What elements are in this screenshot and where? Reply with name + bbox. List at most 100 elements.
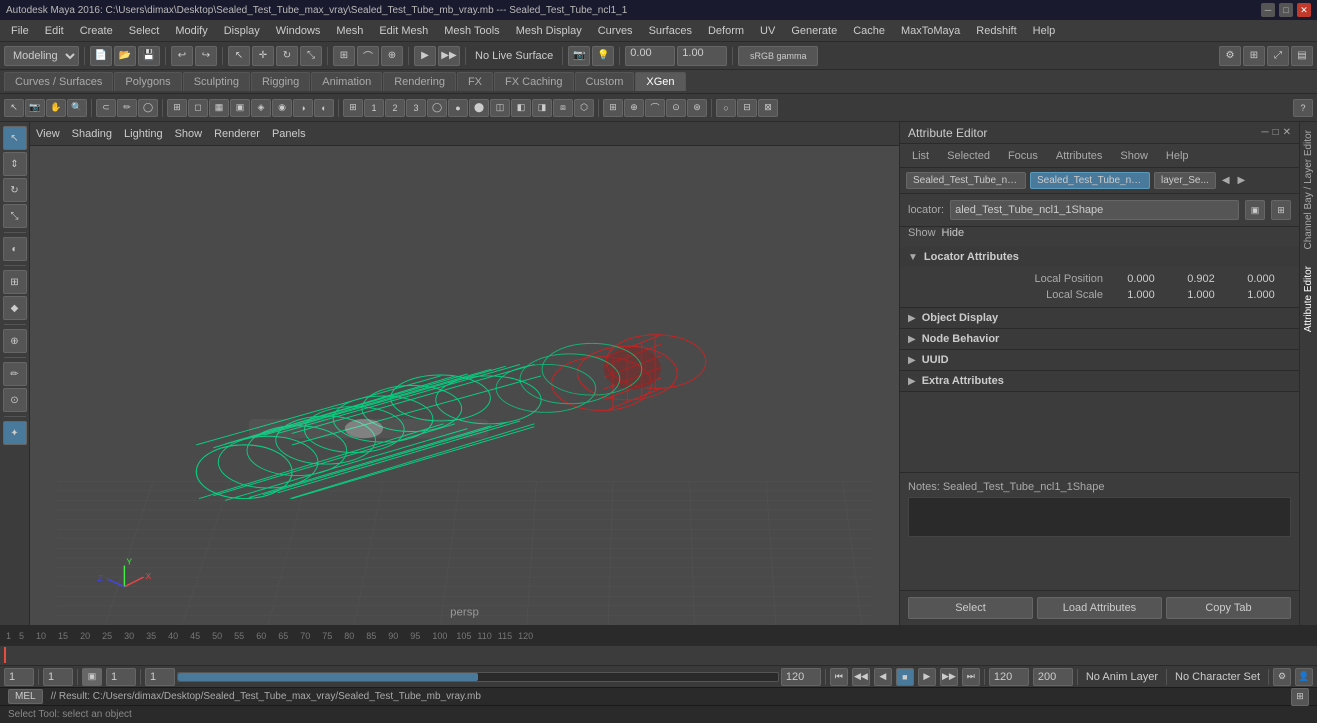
copy-tab-btn[interactable]: Copy Tab [1166, 597, 1291, 619]
expand-btn[interactable]: ⊞ [1243, 46, 1265, 66]
new-file-button[interactable]: 📄 [90, 46, 112, 66]
ae-tab-attributes[interactable]: Attributes [1048, 148, 1110, 164]
tool-display6[interactable]: ◨ [532, 99, 552, 117]
edge-tab-channel-bay[interactable]: Channel Bay / Layer Editor [1300, 122, 1317, 258]
tool-snap-grid[interactable]: ⊞ [603, 99, 623, 117]
hide-btn[interactable]: Hide [942, 227, 965, 239]
move-tool[interactable]: ✛ [252, 46, 274, 66]
edge-tab-attribute-editor[interactable]: Attribute Editor [1300, 258, 1317, 340]
locator-attributes-header[interactable]: ▼ Locator Attributes [900, 247, 1299, 267]
offset-x-input[interactable]: 0.00 [625, 46, 675, 66]
tool-soft-sel[interactable]: ○ [716, 99, 736, 117]
snap-together-btn[interactable]: ⊞ [3, 270, 27, 294]
scale-tool[interactable]: ⤡ [300, 46, 322, 66]
tool-snap-live[interactable]: ⊛ [687, 99, 707, 117]
node-tab-2[interactable]: Sealed_Test_Tube_ncl1_1Shape [1030, 172, 1150, 189]
snap-point-btn[interactable]: ◆ [3, 296, 27, 320]
tool-snap-point[interactable]: ⊕ [624, 99, 644, 117]
play-back-btn[interactable]: ◀ [874, 668, 892, 686]
tab-fx[interactable]: FX [457, 72, 493, 91]
tool-select[interactable]: ↖ [4, 99, 24, 117]
tool-grid[interactable]: ⊞ [343, 99, 363, 117]
menu-windows[interactable]: Windows [269, 23, 328, 39]
tool-snap-surface[interactable]: ⊙ [666, 99, 686, 117]
ae-close-btn[interactable]: ✕ [1283, 127, 1291, 138]
local-scale-y[interactable]: 1.000 [1171, 289, 1231, 301]
timeline-bar[interactable] [0, 646, 1317, 666]
menu-select[interactable]: Select [122, 23, 167, 39]
menu-file[interactable]: File [4, 23, 36, 39]
tab-curves-surfaces[interactable]: Curves / Surfaces [4, 72, 113, 91]
vp-menu-panels[interactable]: Panels [272, 128, 306, 140]
snap-grid[interactable]: ⊞ [333, 46, 355, 66]
tool-camera[interactable]: 📷 [25, 99, 45, 117]
menu-create[interactable]: Create [73, 23, 120, 39]
menu-mesh[interactable]: Mesh [329, 23, 370, 39]
rotate-tool[interactable]: ↻ [276, 46, 298, 66]
maximize-button[interactable]: □ [1279, 3, 1293, 17]
transform-btn[interactable]: ⇕ [3, 152, 27, 176]
ae-tab-help[interactable]: Help [1158, 148, 1197, 164]
node-tab-1[interactable]: Sealed_Test_Tube_ncl1_1 [906, 172, 1026, 189]
tab-animation[interactable]: Animation [311, 72, 382, 91]
timeline-ruler[interactable]: 1 5 10 15 20 25 30 35 40 45 50 55 60 65 … [0, 626, 1317, 646]
light-btn[interactable]: 💡 [592, 46, 614, 66]
save-file-button[interactable]: 💾 [138, 46, 160, 66]
select-btn[interactable]: Select [908, 597, 1033, 619]
step-back-btn[interactable]: ◀◀ [852, 668, 870, 686]
snap-point[interactable]: ⊕ [381, 46, 403, 66]
tab-custom[interactable]: Custom [575, 72, 635, 91]
open-file-button[interactable]: 📂 [114, 46, 136, 66]
ae-tab-show[interactable]: Show [1112, 148, 1156, 164]
status-settings-btn[interactable]: ⊞ [1291, 688, 1309, 706]
scale-btn2[interactable]: ⤡ [3, 204, 27, 228]
rotate-btn[interactable]: ↻ [3, 178, 27, 202]
ae-tab-list[interactable]: List [904, 148, 937, 164]
tool-symmetry[interactable]: ⊟ [737, 99, 757, 117]
render-button[interactable]: ▶ [414, 46, 436, 66]
tool-resolution1[interactable]: 1 [364, 99, 384, 117]
menu-generate[interactable]: Generate [784, 23, 844, 39]
anim-end-input[interactable] [989, 668, 1029, 686]
range-start-input[interactable] [145, 668, 175, 686]
close-button[interactable]: ✕ [1297, 3, 1311, 17]
go-to-start-btn[interactable]: ⏮ [830, 668, 848, 686]
paint-weights-btn[interactable]: ✏ [3, 362, 27, 386]
viewport-canvas[interactable]: X Y Z [30, 146, 899, 625]
current-frame-input[interactable] [4, 668, 34, 686]
tab-rigging[interactable]: Rigging [251, 72, 310, 91]
ae-maximize-btn[interactable]: □ [1273, 127, 1279, 138]
menu-mesh-display[interactable]: Mesh Display [509, 23, 589, 39]
tool-sculpt[interactable]: ◯ [138, 99, 158, 117]
fullscreen-btn[interactable]: ⤢ [1267, 46, 1289, 66]
local-position-z[interactable]: 0.000 [1231, 273, 1291, 285]
camera-btn[interactable]: 📷 [568, 46, 590, 66]
menu-edit-mesh[interactable]: Edit Mesh [372, 23, 435, 39]
frame-input-3[interactable] [106, 668, 136, 686]
menu-mesh-tools[interactable]: Mesh Tools [437, 23, 506, 39]
tool-display2[interactable]: ● [448, 99, 468, 117]
vp-menu-shading[interactable]: Shading [72, 128, 112, 140]
menu-maxtomaya[interactable]: MaxToMaya [894, 23, 967, 39]
tool-shading2[interactable]: ◈ [251, 99, 271, 117]
load-attributes-btn[interactable]: Load Attributes [1037, 597, 1162, 619]
tool-pan[interactable]: ✋ [46, 99, 66, 117]
node-tab-prev[interactable]: ◀ [1220, 175, 1232, 186]
tool-texture[interactable]: ▦ [209, 99, 229, 117]
stop-btn[interactable]: ■ [896, 668, 914, 686]
select-tool[interactable]: ↖ [228, 46, 250, 66]
tool-resolution3[interactable]: 3 [406, 99, 426, 117]
tool-shading3[interactable]: ◉ [272, 99, 292, 117]
local-scale-z[interactable]: 1.000 [1231, 289, 1291, 301]
menu-cache[interactable]: Cache [846, 23, 892, 39]
node-tab-3[interactable]: layer_Se... [1154, 172, 1216, 189]
render-all-button[interactable]: ▶▶ [438, 46, 460, 66]
tool-snap-curve[interactable]: ⌒ [645, 99, 665, 117]
vp-menu-lighting[interactable]: Lighting [124, 128, 163, 140]
node-tab-next[interactable]: ▶ [1236, 175, 1248, 186]
tool-display1[interactable]: ◯ [427, 99, 447, 117]
tool-zoom[interactable]: 🔍 [67, 99, 87, 117]
ae-tab-selected[interactable]: Selected [939, 148, 998, 164]
vp-menu-show[interactable]: Show [175, 128, 203, 140]
tool-shading4[interactable]: ◑ [293, 99, 313, 117]
